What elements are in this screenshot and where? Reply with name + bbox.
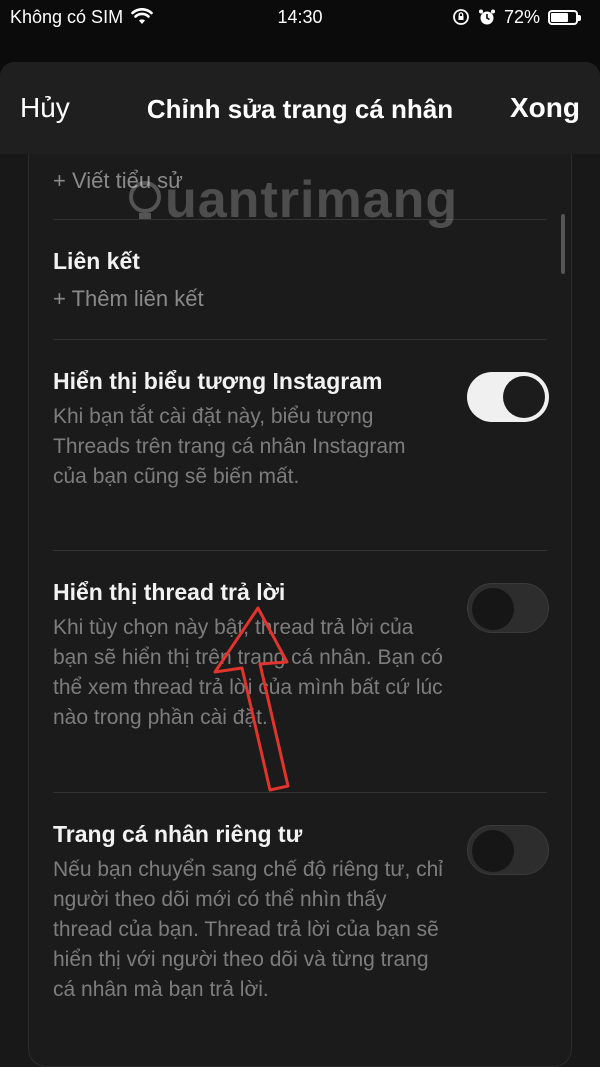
nav-bar: Hủy Chỉnh sửa trang cá nhân Xong: [0, 62, 600, 154]
orientation-lock-icon: [453, 9, 469, 25]
watermark-text: uantrimang: [165, 171, 459, 229]
divider: [53, 792, 547, 793]
battery-percent: 72%: [503, 6, 540, 27]
alarm-icon: [478, 9, 495, 25]
private-profile-toggle[interactable]: [467, 825, 549, 875]
show-replies-toggle[interactable]: [467, 583, 549, 633]
lightbulb-icon: [129, 181, 161, 219]
divider: [53, 550, 547, 551]
status-bar: Không có SIM 14:30 72%: [0, 0, 600, 34]
profile-form-card: + Viết tiểu sử Liên kết + Thêm liên kết …: [28, 154, 572, 1067]
watermark: uantrimang: [125, 170, 458, 230]
done-button[interactable]: Xong: [510, 92, 580, 124]
carrier-label: Không có SIM: [10, 6, 124, 27]
wifi-icon: [131, 8, 153, 24]
links-section: Liên kết + Thêm liên kết: [53, 246, 547, 314]
links-label: Liên kết: [53, 248, 140, 274]
divider: [53, 339, 547, 340]
setting-description: Khi bạn tắt cài đặt này, biểu tượng Thre…: [53, 405, 406, 488]
add-link-button[interactable]: + Thêm liên kết: [53, 284, 547, 314]
battery-level: [551, 12, 568, 22]
toggle-knob: [472, 588, 514, 630]
instagram-badge-toggle[interactable]: [467, 372, 549, 422]
scroll-indicator[interactable]: [561, 214, 565, 274]
toggle-knob: [503, 376, 545, 418]
setting-description: Nếu bạn chuyển sang chế độ riêng tư, chỉ…: [53, 858, 443, 1001]
battery-icon: [548, 9, 581, 25]
setting-description: Khi tùy chọn này bật, thread trả lời của…: [53, 616, 443, 729]
toggle-knob: [472, 830, 514, 872]
